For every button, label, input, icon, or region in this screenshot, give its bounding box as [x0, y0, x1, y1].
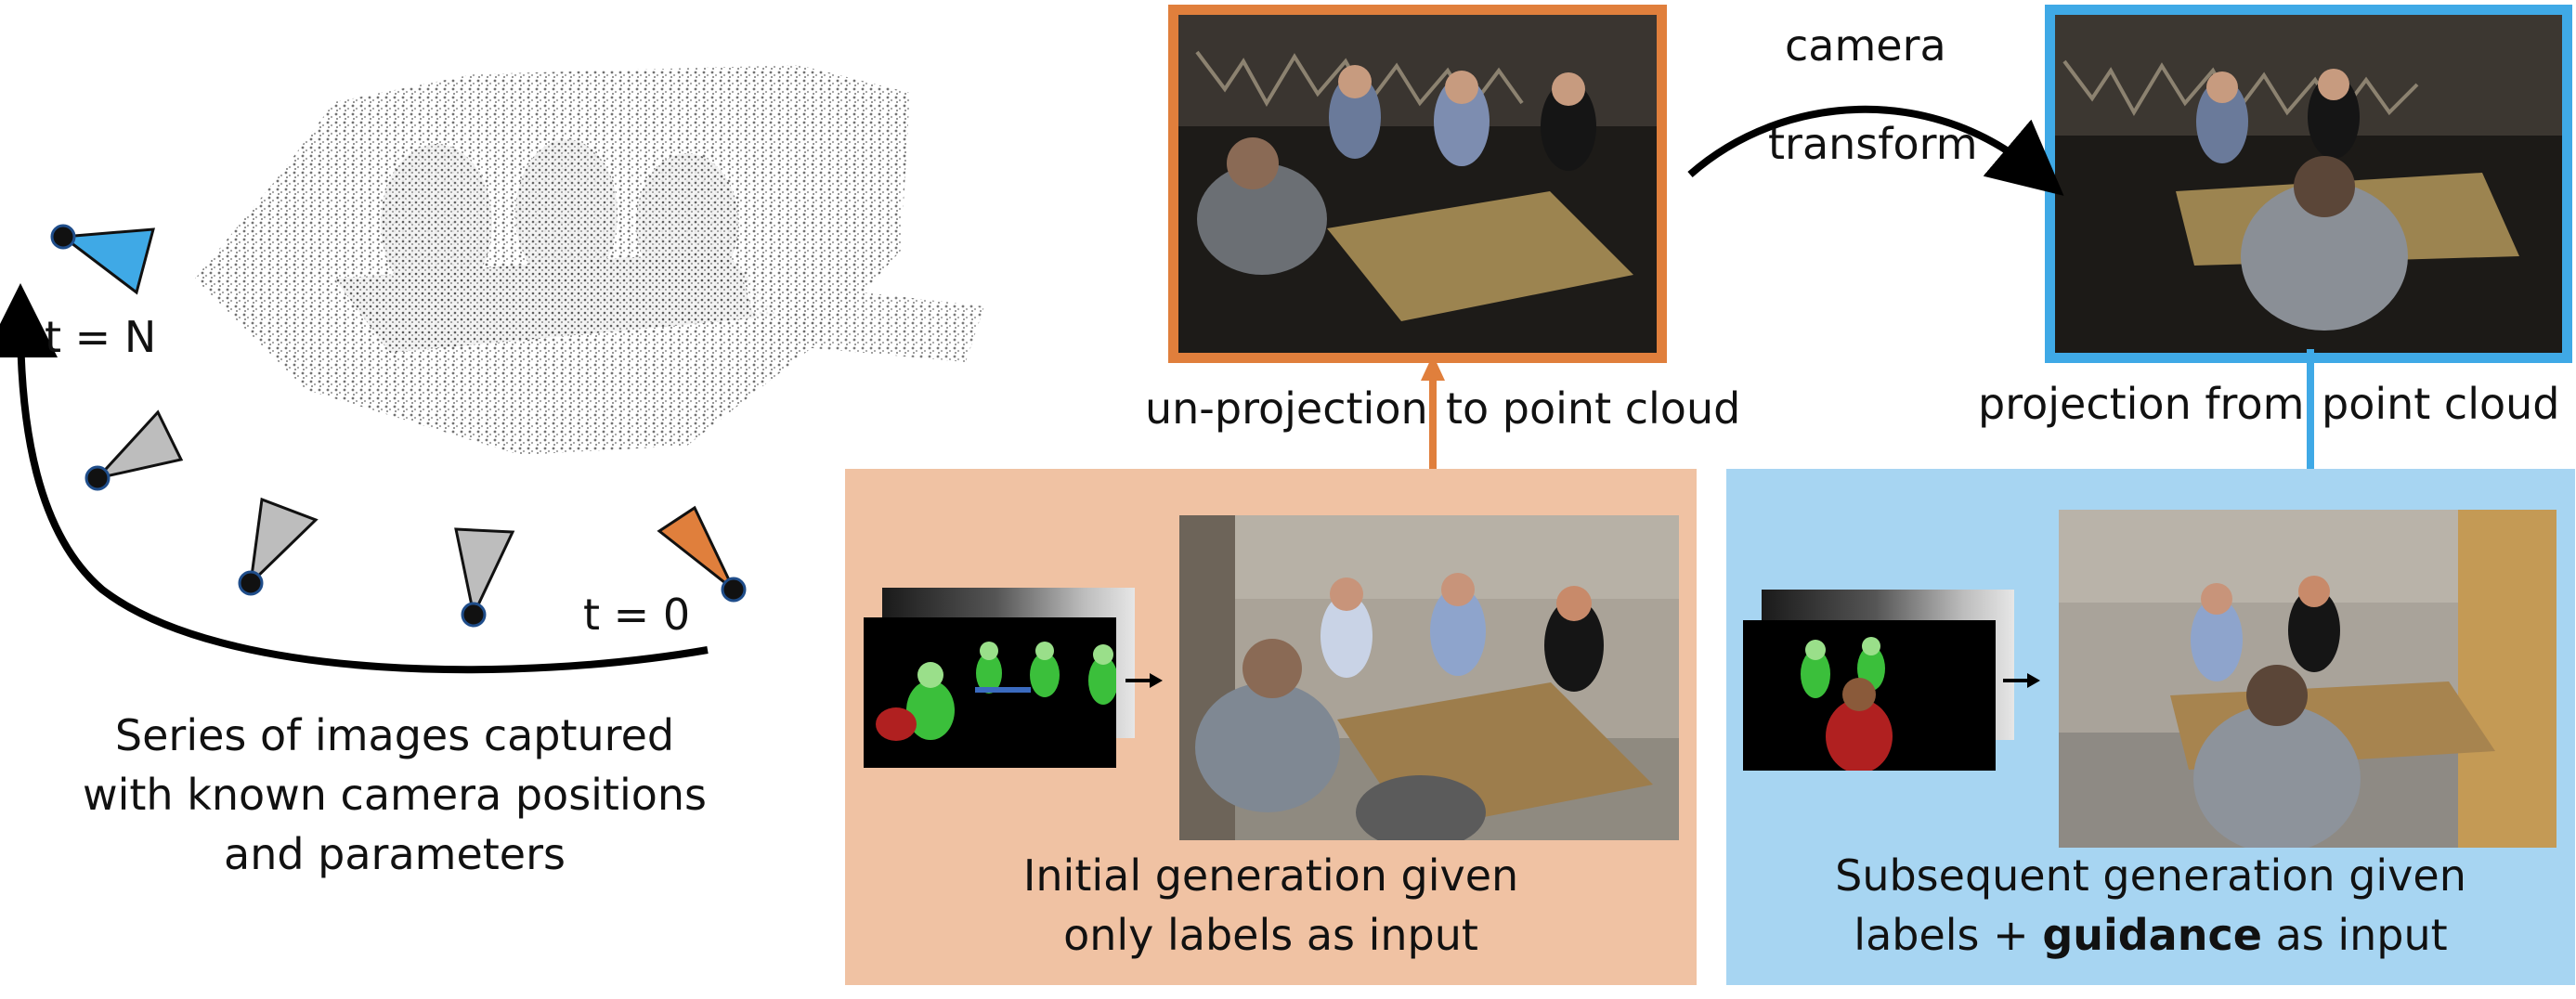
camera-transform-label-line1: camera [1785, 20, 1946, 71]
initial-generation-caption: Initial generation given only labels as … [845, 846, 1697, 965]
caption-text: as input [2261, 910, 2448, 960]
left-caption: Series of images captured with known cam… [37, 706, 752, 884]
camera-icon [85, 409, 184, 491]
t-n-label: t = N [45, 312, 157, 362]
subsequent-generation-panel: Subsequent generation given labels + gui… [1726, 469, 2575, 985]
subsequent-caption-line: labels + guidance as input [1726, 905, 2575, 965]
input-to-output-arrow [2003, 671, 2040, 690]
left-caption-line: and parameters [224, 829, 566, 879]
left-caption-line: with known camera positions [82, 770, 708, 820]
camera-transform-label-line2: transform [1768, 119, 1978, 169]
label-map-image [864, 617, 1116, 768]
projected-render-image [2045, 5, 2572, 363]
unprojection-label-part2: to point cloud [1446, 383, 1741, 434]
unprojection-label-part1: un-projection [1145, 383, 1428, 434]
camera-icon [238, 497, 319, 596]
input-to-output-arrow [1125, 671, 1163, 690]
projection-label-part2: point cloud [2322, 379, 2560, 429]
label-map-image [1743, 620, 1996, 771]
camera-icon [454, 527, 515, 628]
subsequent-generation-caption: Subsequent generation given labels + gui… [1726, 846, 2575, 965]
subsequent-generated-image [2059, 510, 2556, 848]
initial-generation-panel: Initial generation given only labels as … [845, 469, 1697, 985]
camera-icon [657, 505, 747, 603]
t-0-label: t = 0 [583, 590, 691, 640]
initial-caption-line: only labels as input [1063, 910, 1478, 960]
caption-text: labels + [1854, 910, 2043, 960]
unprojected-render-image [1168, 5, 1667, 363]
initial-caption-line: Initial generation given [1022, 850, 1519, 901]
projection-label-part1: projection from [1978, 379, 2305, 429]
guidance-emphasis: guidance [2042, 910, 2262, 960]
subsequent-caption-line: Subsequent generation given [1835, 850, 2466, 901]
camera-icon [50, 224, 155, 295]
left-caption-line: Series of images captured [114, 710, 675, 760]
initial-generated-image [1179, 515, 1679, 840]
